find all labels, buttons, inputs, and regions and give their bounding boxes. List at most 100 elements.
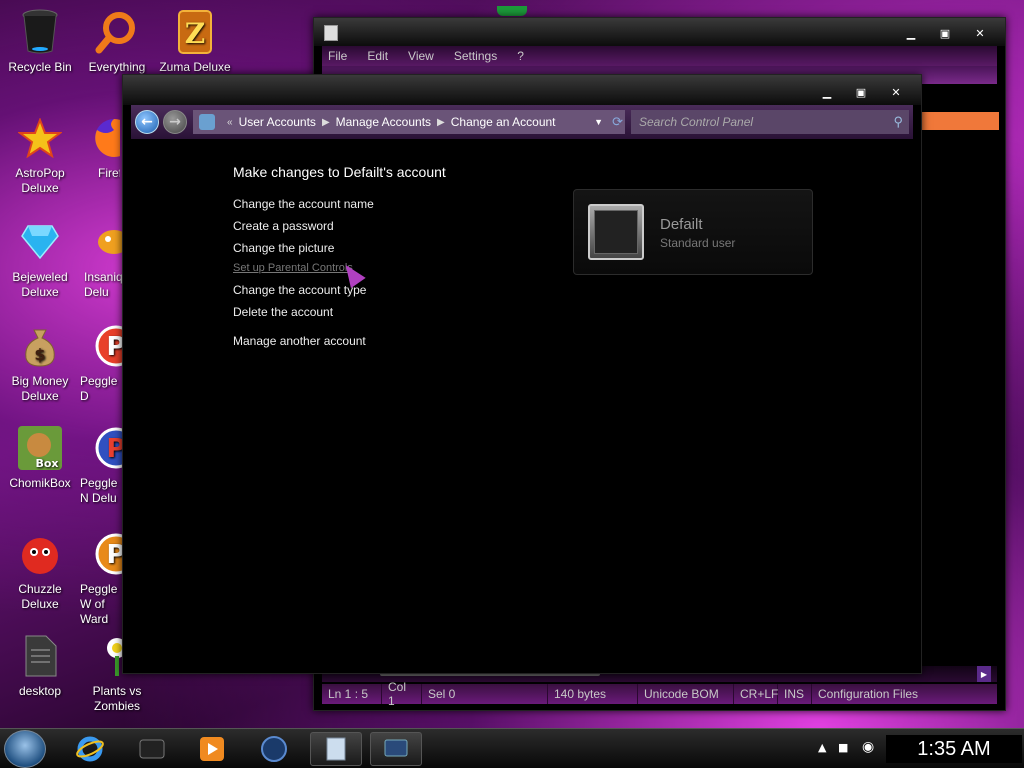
zuma-icon: Z	[171, 8, 219, 56]
task-change-picture[interactable]: Change the picture	[233, 241, 334, 255]
desktop-icon-peggle-world[interactable]: P Peggle W of Ward	[78, 530, 122, 627]
firefox-icon	[90, 114, 120, 162]
search-placeholder: Search Control Panel	[639, 115, 754, 129]
refresh-icon[interactable]: ⟳	[612, 114, 623, 130]
start-button[interactable]	[4, 730, 46, 768]
device-icon	[139, 739, 165, 759]
taskbar-control-panel[interactable]	[370, 732, 422, 766]
desktop-icon-chuzzle[interactable]: Chuzzle Deluxe	[0, 530, 80, 612]
desktop-icon-label: Peggle D	[80, 374, 118, 403]
desktop-icon-bejeweled[interactable]: Bejeweled Deluxe	[0, 218, 80, 300]
taskbar-media[interactable]	[126, 732, 178, 766]
close-button[interactable]: ✕	[965, 24, 995, 42]
peggle-nights-icon: P	[90, 424, 122, 472]
menu-settings[interactable]: Settings	[454, 49, 497, 63]
svg-text:Box: Box	[35, 457, 58, 470]
network-icon[interactable]: ■	[838, 741, 848, 754]
chevron-down-icon[interactable]: ▼	[594, 117, 603, 127]
menu-file[interactable]: File	[328, 49, 347, 63]
menu-bar: File Edit View Settings ?	[322, 46, 997, 66]
highlight-strip	[921, 112, 999, 130]
desktop-icon-recycle-bin[interactable]: Recycle Bin	[0, 8, 80, 75]
task-delete-account[interactable]: Delete the account	[233, 305, 333, 319]
forward-button[interactable]: →	[163, 110, 187, 134]
desktop-icon-label: Peggle W of Ward	[80, 582, 118, 626]
volume-icon[interactable]: ◉	[862, 739, 874, 755]
chevron-up-icon[interactable]: ▲	[818, 741, 826, 754]
task-parental-controls[interactable]: Set up Parental Controls	[233, 262, 353, 274]
status-size: 140 bytes	[548, 684, 638, 704]
desktop-icon-big-money[interactable]: $ Big Money Deluxe	[0, 322, 80, 404]
svg-text:P: P	[106, 434, 122, 464]
scroll-right-arrow-icon[interactable]: ▶	[977, 666, 991, 682]
breadcrumb-item[interactable]: Manage Accounts	[336, 115, 431, 129]
status-bar: Ln 1 : 5 Col 1 Sel 0 140 bytes Unicode B…	[322, 680, 997, 708]
desktop-icon-everything[interactable]: Everything	[77, 8, 157, 75]
internet-explorer-icon	[76, 736, 104, 762]
svg-text:P: P	[106, 332, 122, 362]
text-editor-titlebar[interactable]: ▁ ▣ ✕	[314, 18, 1005, 46]
desktop-icon-label: Zuma Deluxe	[159, 60, 231, 74]
clock[interactable]: 1:35 AM	[886, 735, 1022, 763]
account-type: Standard user	[660, 236, 736, 250]
taskbar-globe[interactable]	[248, 732, 300, 766]
chevron-double-left-icon[interactable]: «	[227, 117, 233, 128]
menu-edit[interactable]: Edit	[367, 49, 388, 63]
system-tray: ▲ ■ ◉ 1:35 AM	[810, 729, 1024, 768]
media-player-icon	[200, 737, 224, 761]
desktop-icon-label: AstroPop Deluxe	[15, 166, 65, 195]
desktop-icon-peggle[interactable]: P Peggle D	[78, 322, 122, 404]
desktop-icon-firefox[interactable]: Firef	[80, 114, 120, 181]
recycle-bin-icon	[16, 8, 64, 56]
main-content: Make changes to Defailt's account Change…	[131, 139, 913, 665]
close-button[interactable]: ✕	[881, 83, 911, 101]
breadcrumb[interactable]: « User Accounts ▶ Manage Accounts ▶ Chan…	[193, 110, 625, 134]
menu-help[interactable]: ?	[517, 49, 524, 63]
desktop-icon-label: Bejeweled Deluxe	[12, 270, 68, 299]
minimize-button[interactable]: ▁	[813, 83, 841, 101]
taskbar: ▲ ■ ◉ 1:35 AM	[0, 728, 1024, 768]
taskbar-internet-explorer[interactable]	[64, 732, 116, 766]
account-card: Defailt Standard user	[573, 189, 813, 275]
task-change-account-name[interactable]: Change the account name	[233, 197, 374, 211]
desktop-icon-zuma[interactable]: Z Zuma Deluxe	[155, 8, 235, 75]
document-icon	[324, 25, 338, 41]
search-icon[interactable]: ⚲	[893, 114, 903, 130]
desktop-icon-chomikbox[interactable]: Box ChomikBox	[0, 424, 80, 491]
gem-icon	[16, 218, 64, 266]
insaniquarium-icon	[90, 218, 122, 266]
desktop-icon-peggle-nights[interactable]: P Peggle N Delu	[78, 424, 122, 506]
desktop-icon-insaniquarium[interactable]: Insaniq Delu	[80, 218, 122, 300]
astropop-icon	[16, 114, 64, 162]
control-panel-titlebar[interactable]: ▁ ▣ ✕	[123, 75, 921, 105]
back-button[interactable]: ←	[135, 110, 159, 134]
maximize-button[interactable]: ▣	[931, 24, 959, 42]
desktop-icon-label: Firef	[98, 166, 120, 180]
notepad-icon	[326, 737, 346, 761]
task-manage-another-account[interactable]: Manage another account	[233, 334, 366, 348]
desktop-icon-astropop[interactable]: AstroPop Deluxe	[0, 114, 80, 196]
taskbar-text-editor[interactable]	[310, 732, 362, 766]
task-change-account-type[interactable]: Change the account type	[233, 283, 366, 297]
breadcrumb-item[interactable]: User Accounts	[239, 115, 316, 129]
chevron-right-icon[interactable]: ▶	[437, 117, 445, 128]
task-create-password[interactable]: Create a password	[233, 219, 334, 233]
search-input[interactable]: Search Control Panel ⚲	[631, 110, 909, 134]
menu-view[interactable]: View	[408, 49, 434, 63]
status-selection: Sel 0	[422, 684, 548, 704]
peggle-icon: P	[90, 322, 122, 370]
desktop-icon-label: Recycle Bin	[8, 60, 72, 74]
desktop-icon-desktop-file[interactable]: desktop	[0, 632, 80, 699]
control-panel-window[interactable]: ▁ ▣ ✕ ← → « User Accounts ▶ Manage Accou…	[122, 74, 922, 674]
page-title: Make changes to Defailt's account	[233, 164, 446, 180]
control-panel-icon	[384, 739, 408, 757]
minimize-button[interactable]: ▁	[897, 24, 925, 42]
desktop-icon-label: Chuzzle Deluxe	[18, 582, 62, 611]
window-bar-gem	[497, 6, 527, 16]
status-line: Ln 1 : 5	[322, 684, 382, 704]
status-insert-mode: INS	[778, 684, 812, 704]
maximize-button[interactable]: ▣	[847, 83, 875, 101]
breadcrumb-item[interactable]: Change an Account	[451, 115, 556, 129]
chevron-right-icon[interactable]: ▶	[322, 117, 330, 128]
taskbar-media-player[interactable]	[186, 732, 238, 766]
